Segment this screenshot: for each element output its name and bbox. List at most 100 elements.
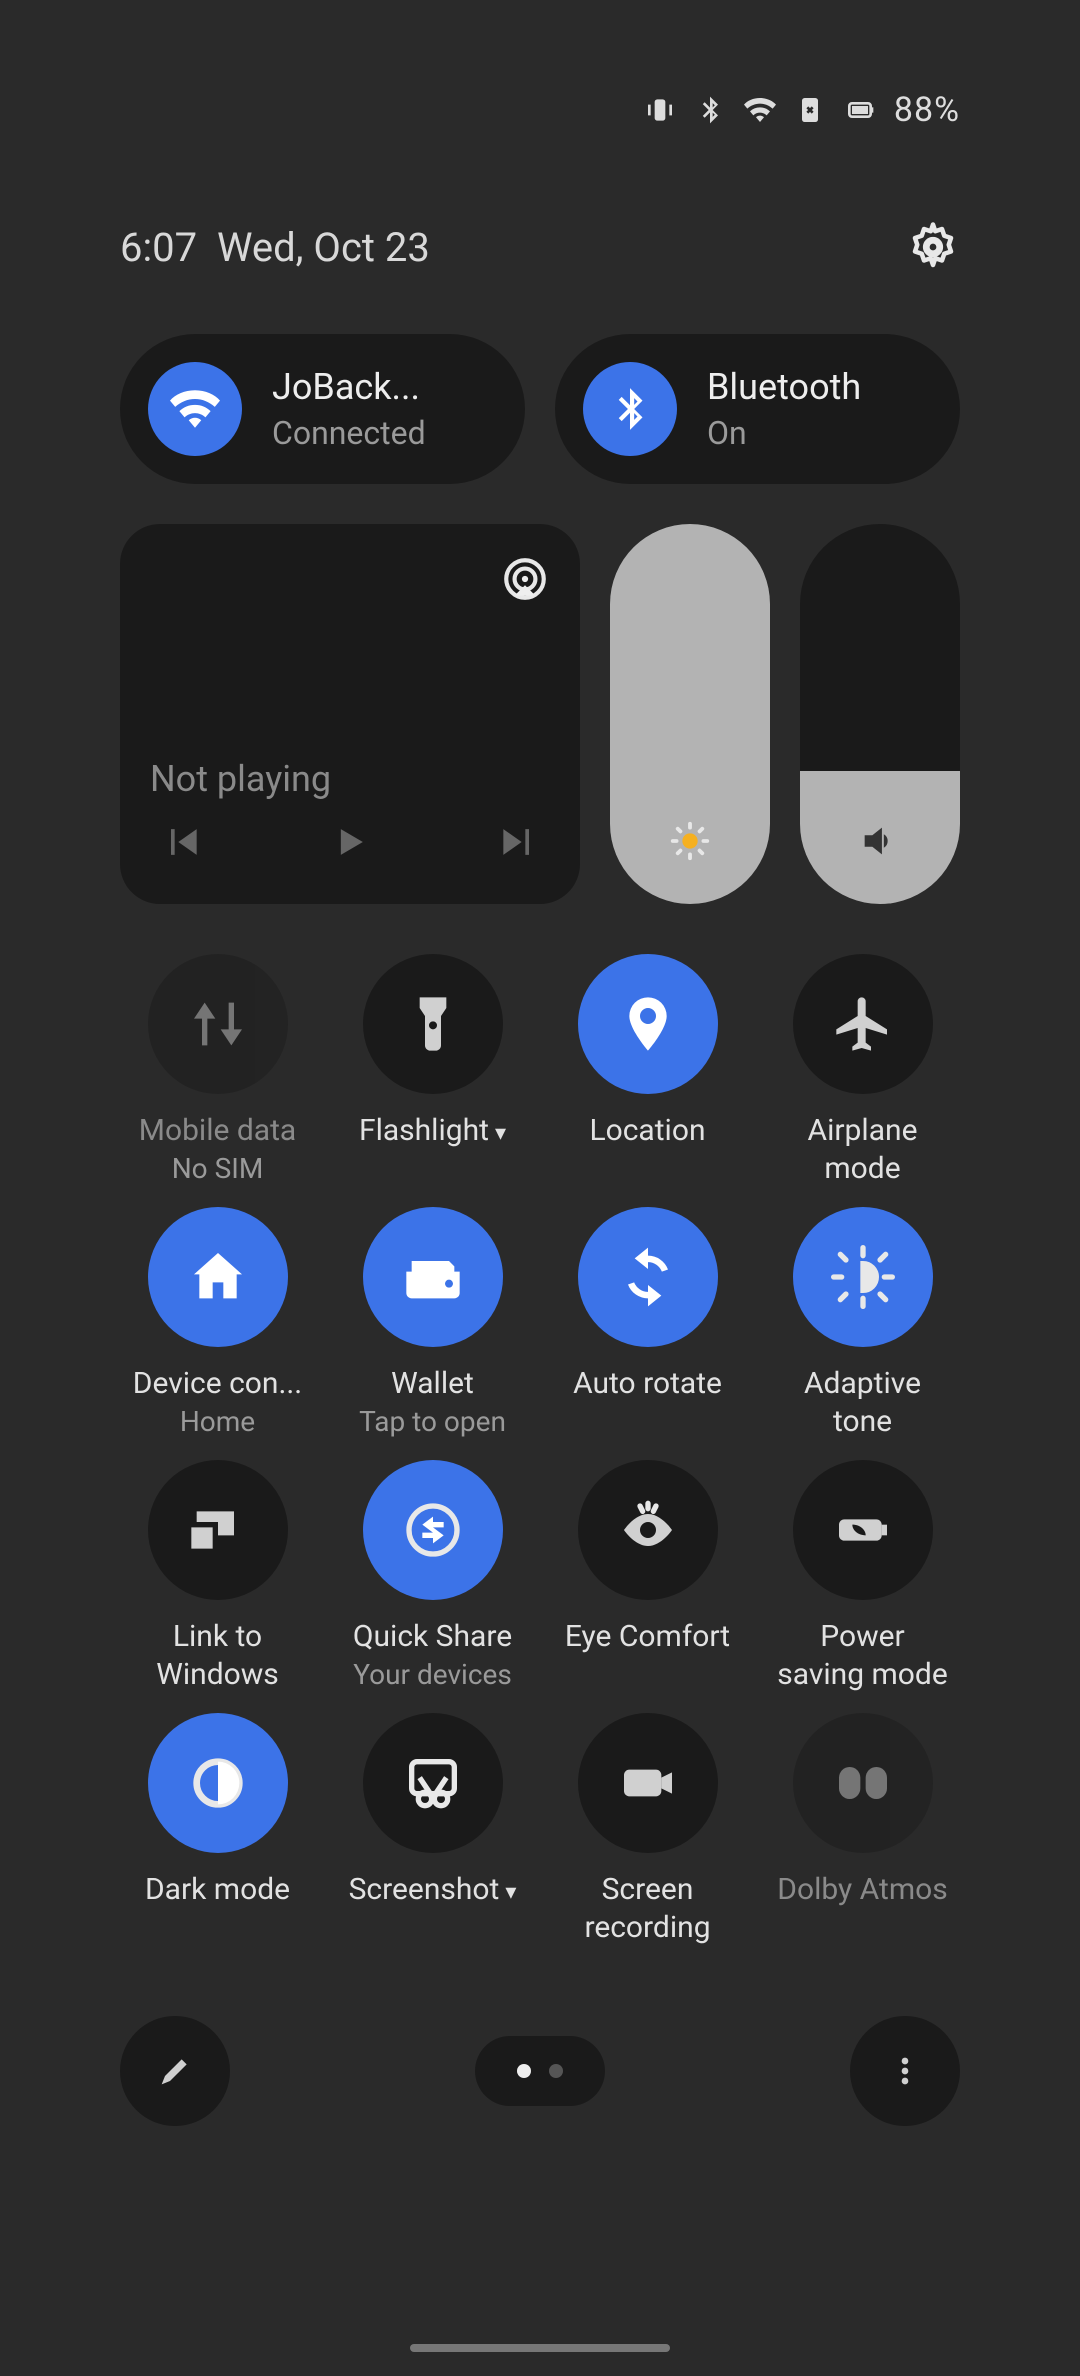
tile-location[interactable]: Location — [550, 954, 745, 1187]
sim-missing-icon — [794, 94, 826, 126]
datetime: 6:07 Wed, Oct 23 — [120, 224, 430, 271]
cast-icon[interactable] — [500, 554, 550, 604]
wifi-status: Connected — [272, 414, 426, 452]
tile-button-dolby-atmos — [793, 1713, 933, 1853]
tile-dark-mode[interactable]: Dark mode — [120, 1713, 315, 1946]
scissors-icon — [401, 1751, 465, 1815]
chevron-down-icon: ▾ — [505, 1880, 516, 1905]
tile-sublabel: Tap to open — [359, 1405, 506, 1438]
bluetooth-icon — [583, 362, 677, 456]
tile-wallet[interactable]: WalletTap to open — [335, 1207, 530, 1440]
eye-icon — [616, 1498, 680, 1562]
location-icon — [616, 992, 680, 1056]
page-indicator[interactable] — [475, 2036, 605, 2106]
media-play-icon[interactable] — [328, 820, 372, 864]
wallet-icon — [401, 1245, 465, 1309]
tile-button-dark-mode[interactable] — [148, 1713, 288, 1853]
battery-percent: 88% — [894, 90, 960, 130]
more-vertical-icon — [885, 2051, 925, 2091]
brightness-slider[interactable] — [610, 524, 770, 904]
tile-sublabel: Home — [180, 1405, 255, 1438]
tile-screen-recording[interactable]: Screen recording — [550, 1713, 745, 1946]
tile-button-device-control[interactable] — [148, 1207, 288, 1347]
tile-device-control[interactable]: Device con...Home — [120, 1207, 315, 1440]
flashlight-icon — [401, 992, 465, 1056]
tile-auto-rotate[interactable]: Auto rotate — [550, 1207, 745, 1440]
wifi-icon — [148, 362, 242, 456]
home-icon — [186, 1245, 250, 1309]
settings-icon[interactable] — [906, 220, 960, 274]
nav-bar-handle[interactable] — [410, 2344, 670, 2352]
date-label: Wed, Oct 23 — [217, 224, 430, 271]
tile-label: Power saving mode — [777, 1618, 948, 1693]
volume-slider[interactable] — [800, 524, 960, 904]
tile-button-adaptive-tone[interactable] — [793, 1207, 933, 1347]
tile-airplane[interactable]: Airplane mode — [765, 954, 960, 1187]
tile-flashlight[interactable]: Flashlight▾ — [335, 954, 530, 1187]
tile-power-saving[interactable]: Power saving mode — [765, 1460, 960, 1693]
bluetooth-status-icon — [694, 94, 726, 126]
tile-label: Airplane mode — [808, 1112, 918, 1187]
pager-dot — [549, 2064, 563, 2078]
dolby-icon — [831, 1751, 895, 1815]
tile-label: Device con... — [133, 1365, 302, 1403]
media-prev-icon[interactable] — [160, 820, 204, 864]
tile-label: Auto rotate — [573, 1365, 722, 1403]
tile-sublabel: Your devices — [353, 1658, 512, 1691]
tile-label: Screenshot▾ — [349, 1871, 517, 1909]
airplane-icon — [831, 992, 895, 1056]
bluetooth-status: On — [707, 414, 861, 452]
wifi-pill[interactable]: JoBack... Connected — [120, 334, 525, 484]
volume-icon — [857, 818, 903, 864]
tile-button-airplane[interactable] — [793, 954, 933, 1094]
tile-dolby-atmos: Dolby Atmos — [765, 1713, 960, 1946]
battery-icon — [844, 94, 876, 126]
data-arrows-icon — [186, 992, 250, 1056]
tile-mobile-data: Mobile dataNo SIM — [120, 954, 315, 1187]
media-status: Not playing — [150, 758, 550, 800]
tile-label: Link to Windows — [156, 1618, 279, 1693]
more-options-button[interactable] — [850, 2016, 960, 2126]
tile-eye-comfort[interactable]: Eye Comfort — [550, 1460, 745, 1693]
tile-button-location[interactable] — [578, 954, 718, 1094]
tile-label: Adaptive tone — [804, 1365, 921, 1440]
tile-label: Quick Share — [353, 1618, 512, 1656]
tile-button-power-saving[interactable] — [793, 1460, 933, 1600]
tile-sublabel: No SIM — [172, 1152, 264, 1185]
tile-label: Eye Comfort — [565, 1618, 730, 1656]
chevron-down-icon: ▾ — [495, 1121, 506, 1146]
tile-button-auto-rotate[interactable] — [578, 1207, 718, 1347]
tile-adaptive-tone[interactable]: Adaptive tone — [765, 1207, 960, 1440]
tile-button-screenshot[interactable] — [363, 1713, 503, 1853]
media-next-icon[interactable] — [496, 820, 540, 864]
tile-link-windows[interactable]: Link to Windows — [120, 1460, 315, 1693]
tile-button-screen-recording[interactable] — [578, 1713, 718, 1853]
tile-label: Wallet — [391, 1365, 474, 1403]
tile-label: Dark mode — [145, 1871, 290, 1909]
tile-screenshot[interactable]: Screenshot▾ — [335, 1713, 530, 1946]
vibrate-icon — [644, 94, 676, 126]
tile-label: Flashlight▾ — [359, 1112, 506, 1150]
tile-button-wallet[interactable] — [363, 1207, 503, 1347]
tile-button-link-windows[interactable] — [148, 1460, 288, 1600]
time-label: 6:07 — [120, 224, 197, 271]
wifi-ssid: JoBack... — [272, 366, 426, 408]
tile-button-quick-share[interactable] — [363, 1460, 503, 1600]
bluetooth-label: Bluetooth — [707, 366, 861, 408]
bluetooth-pill[interactable]: Bluetooth On — [555, 334, 960, 484]
edit-tiles-button[interactable] — [120, 2016, 230, 2126]
share-icon — [401, 1498, 465, 1562]
tile-quick-share[interactable]: Quick ShareYour devices — [335, 1460, 530, 1693]
tile-button-eye-comfort[interactable] — [578, 1460, 718, 1600]
brightness-icon — [667, 818, 713, 864]
tile-label: Screen recording — [584, 1871, 710, 1946]
pencil-icon — [155, 2051, 195, 2091]
tile-button-mobile-data — [148, 954, 288, 1094]
media-card[interactable]: Not playing — [120, 524, 580, 904]
pager-dot — [517, 2064, 531, 2078]
half-circle-icon — [186, 1751, 250, 1815]
tile-button-flashlight[interactable] — [363, 954, 503, 1094]
tile-label: Dolby Atmos — [777, 1871, 947, 1909]
adaptive-icon — [831, 1245, 895, 1309]
tile-label: Mobile data — [139, 1112, 296, 1150]
